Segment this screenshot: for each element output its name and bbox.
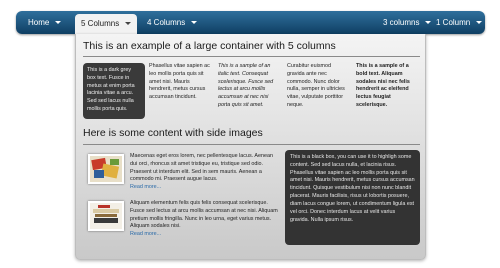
chevron-down-icon [125, 22, 132, 25]
divider [83, 56, 420, 57]
nav-item-label: 3 columns [383, 18, 420, 27]
panel-title: This is an example of a large container … [83, 40, 336, 52]
nav-item-label: 1 Column [436, 18, 471, 27]
nav-item-label: Home [28, 18, 50, 27]
read-more-link[interactable]: Read more... [130, 184, 161, 190]
nav-item-home[interactable]: Home [28, 11, 62, 34]
nav-item-4-columns[interactable]: 4 Columns [147, 11, 198, 34]
side-image-1 [88, 154, 124, 184]
nav-item-1-column[interactable]: 1 Column [436, 11, 483, 34]
column-1-dark-box: This is a dark grey box text. Fusce in m… [83, 63, 145, 119]
nav-item-label: 5 Columns [81, 19, 120, 28]
divider [83, 144, 420, 145]
main-menubar: Home 5 Columns 4 Columns 3 columns 1 Col… [16, 11, 485, 34]
side-item-1-body: Maecenas eget eros lorem, nec pellentesq… [130, 153, 273, 183]
column-2-text: Phasellus vitae sapien ac leo mollis por… [149, 63, 210, 101]
side-item-1-text: Maecenas eget eros lorem, nec pellentesq… [130, 153, 280, 192]
nav-item-3-columns[interactable]: 3 columns [383, 11, 432, 34]
column-4-text: Curabitur euismod gravida ante nec commo… [287, 63, 345, 109]
nav-item-label: 4 Columns [147, 18, 186, 27]
read-more-link[interactable]: Read more... [130, 231, 161, 237]
column-5-bold-text: This is a sample of a bold text. Aliquam… [356, 63, 410, 109]
chevron-down-icon [476, 21, 483, 24]
side-images-title: Here is some content with side images [83, 127, 263, 139]
dropdown-panel-5-columns: This is an example of a large container … [75, 34, 426, 260]
side-item-2-text: Aliquam elementum felis quis felis conse… [130, 200, 280, 239]
column-3-italic-text: This is a sample of an italic text. Cons… [218, 63, 274, 109]
chevron-down-icon [55, 21, 62, 24]
chevron-down-icon [425, 21, 432, 24]
nav-item-5-columns[interactable]: 5 Columns [75, 14, 138, 34]
chevron-down-icon [191, 21, 198, 24]
black-highlight-box: This is a black box, you can use it to h… [285, 150, 420, 245]
side-item-2-body: Aliquam elementum felis quis felis conse… [130, 200, 278, 230]
side-image-2 [88, 201, 124, 231]
